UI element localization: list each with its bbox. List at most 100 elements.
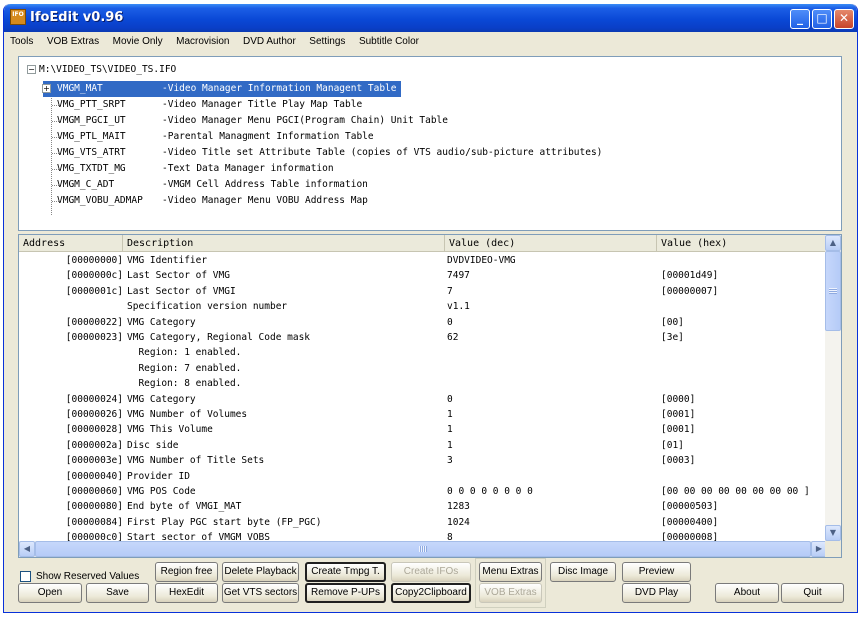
cell-description: VMG Category, Regional Code mask	[127, 332, 311, 343]
cell-address: [00000040]	[65, 470, 123, 482]
table-row[interactable]: [00000000] VMG Identifier DVDVIDEO-VMG	[19, 253, 827, 268]
create-tmpg-button[interactable]: Create Tmpg T.	[305, 562, 386, 582]
table-row[interactable]: [0000003e] VMG Number of Title Sets 3 [0003…	[19, 453, 827, 468]
tree-root-path: M:\VIDEO_TS\VIDEO_TS.IFO	[39, 64, 177, 75]
table-row[interactable]: [00000080] End byte of VMGI_MAT 1283 [00000…	[19, 499, 827, 514]
menu-settings[interactable]: Settings	[305, 32, 349, 52]
table-header: Address Description Value (dec) Value (h…	[19, 235, 827, 252]
cell-description: VMG POS Code	[127, 486, 196, 497]
hexedit-button[interactable]: HexEdit	[155, 583, 218, 603]
vertical-scroll-thumb[interactable]	[825, 251, 841, 331]
table-row[interactable]: [00000028] VMG This Volume 1 [0001]	[19, 422, 827, 437]
horizontal-scrollbar[interactable]: ◀ ▶	[19, 541, 827, 557]
column-header-description[interactable]: Description	[123, 235, 445, 252]
table-row[interactable]: Specification version number v1.1	[19, 299, 827, 314]
quit-button[interactable]: Quit	[781, 583, 844, 603]
menu-dvd-author[interactable]: DVD Author	[239, 32, 300, 52]
collapse-icon[interactable]: −	[27, 65, 36, 74]
create-ifos-button[interactable]: Create IFOs	[391, 562, 471, 582]
tree-node-name: VMGM_VOBU_ADMAP	[57, 195, 143, 206]
remove-pups-button[interactable]: Remove P-UPs	[305, 583, 386, 603]
scroll-left-icon[interactable]: ◀	[19, 541, 35, 557]
cell-value-dec: 0	[447, 393, 453, 405]
cell-value-dec: v1.1	[447, 301, 470, 313]
tree-node-desc: -Video Title set Attribute Table (copies…	[162, 147, 603, 158]
tree-node-desc: -Video Manager Title Play Map Table	[162, 99, 363, 110]
menu-extras-button[interactable]: Menu Extras	[479, 562, 542, 582]
region-free-button[interactable]: Region free	[155, 562, 218, 582]
tree-node-vmg-ptl-mait[interactable]: VMG_PTL_MAIT -Parental Managment Informat…	[43, 129, 374, 145]
tree-node-vmg-ptt-srpt[interactable]: VMG_PTT_SRPT -Video Manager Title Play Ma…	[43, 97, 362, 113]
cell-address: [00000084]	[65, 516, 123, 528]
tree-node-name: VMGM_C_ADT	[57, 179, 115, 190]
expand-icon[interactable]: +	[42, 84, 51, 93]
scroll-down-icon[interactable]: ▼	[825, 525, 841, 541]
maximize-button[interactable]: □	[812, 9, 832, 29]
table-row[interactable]: [0000002a] Disc side 1 [01]	[19, 438, 827, 453]
vertical-scrollbar[interactable]: ▲ ▼	[825, 235, 841, 541]
cell-value-hex: [00 00 00 00 00 00 00 00 ]	[661, 486, 810, 497]
ifo-data-table[interactable]: Address Description Value (dec) Value (h…	[18, 234, 842, 558]
cell-value-dec: 7497	[447, 270, 470, 282]
menu-tools[interactable]: Tools	[6, 32, 37, 52]
disc-image-button[interactable]: Disc Image	[550, 562, 616, 582]
scroll-up-icon[interactable]: ▲	[825, 235, 841, 251]
grip-icon	[829, 288, 837, 294]
close-button[interactable]: ✕	[834, 9, 854, 29]
show-reserved-values-checkbox[interactable]: Show Reserved Values	[20, 570, 139, 584]
title-bar[interactable]: IFO IfoEdit v0.96 _ □ ✕	[4, 4, 857, 32]
horizontal-scroll-thumb[interactable]	[35, 541, 811, 557]
cell-address: [00000023]	[65, 332, 123, 343]
cell-description: First Play PGC start byte (FP_PGC)	[127, 516, 322, 528]
tree-node-vmg-vts-atrt[interactable]: VMG_VTS_ATRT -Video Title set Attribute T…	[43, 145, 602, 161]
table-row[interactable]: [0000000c] Last Sector of VMG 7497 [00001d4…	[19, 268, 827, 283]
save-button[interactable]: Save	[86, 583, 149, 603]
column-header-value-hex[interactable]: Value (hex)	[657, 235, 827, 252]
tree-node-vmg-txtdt-mg[interactable]: VMG_TXTDT_MG -Text Data Manager informati…	[43, 161, 334, 177]
menu-subtitle-color[interactable]: Subtitle Color	[355, 32, 423, 52]
table-row[interactable]: Region: 7 enabled.	[19, 361, 827, 376]
checkbox-box[interactable]	[20, 570, 31, 582]
cell-address: [000000c0]	[65, 532, 123, 541]
cell-value-dec: 1	[447, 409, 453, 420]
copy2clipboard-button[interactable]: Copy2Clipboard	[391, 583, 471, 603]
delete-playback-button[interactable]: Delete Playback	[222, 562, 299, 582]
table-row[interactable]: [00000060] VMG POS Code 0 0 0 0 0 0 0 0 [00…	[19, 484, 827, 499]
cell-value-dec: 1	[447, 424, 453, 436]
cell-value-dec: DVDVIDEO-VMG	[447, 255, 516, 266]
cell-value-hex: [0000]	[661, 393, 696, 405]
about-button[interactable]: About	[715, 583, 779, 603]
minimize-button[interactable]: _	[790, 9, 810, 29]
tree-node-vmgm-pgci-ut[interactable]: VMGM_PGCI_UT -Video Manager Menu PGCI(Pro…	[43, 113, 448, 129]
table-row[interactable]: [00000040] Provider ID	[19, 469, 827, 484]
ifo-tree-view[interactable]: − M:\VIDEO_TS\VIDEO_TS.IFO + VMGM_MAT -Vid…	[18, 56, 842, 231]
get-vts-sectors-button[interactable]: Get VTS sectors	[222, 583, 299, 603]
table-row[interactable]: [00000024] VMG Category 0 [0000]	[19, 392, 827, 407]
table-row[interactable]: [00000022] VMG Category 0 [00]	[19, 315, 827, 330]
menu-vob-extras[interactable]: VOB Extras	[43, 32, 103, 52]
column-header-value-dec[interactable]: Value (dec)	[445, 235, 657, 252]
vob-extras-button[interactable]: VOB Extras	[479, 583, 542, 603]
preview-button[interactable]: Preview	[622, 562, 691, 582]
table-row[interactable]: [0000001c] Last Sector of VMGI 7 [00000007]	[19, 284, 827, 299]
column-header-address[interactable]: Address	[19, 235, 123, 252]
tree-node-vmgm-vobu-admap[interactable]: VMGM_VOBU_ADMAP -Video Manager Menu VOBU …	[43, 193, 368, 209]
open-button[interactable]: Open	[18, 583, 82, 603]
cell-address: [00000080]	[65, 501, 123, 513]
table-row[interactable]: [00000084] First Play PGC start byte (FP_…	[19, 515, 827, 530]
tree-node-vmgm-c-adt[interactable]: VMGM_C_ADT -VMGM Cell Address Table infor…	[43, 177, 368, 193]
dvd-play-button[interactable]: DVD Play	[622, 583, 691, 603]
table-row[interactable]: Region: 8 enabled.	[19, 376, 827, 391]
menu-movie-only[interactable]: Movie Only	[109, 32, 167, 52]
table-row[interactable]: [00000026] VMG Number of Volumes 1 [0001]	[19, 407, 827, 422]
menu-macrovision[interactable]: Macrovision	[172, 32, 233, 52]
table-row[interactable]: [000000c0] Start sector of VMGM VOBS 8 [000…	[19, 530, 827, 541]
tree-root[interactable]: − M:\VIDEO_TS\VIDEO_TS.IFO	[27, 64, 176, 75]
checkbox-label: Show Reserved Values	[36, 571, 140, 582]
table-row[interactable]: [00000023] VMG Category, Regional Code ma…	[19, 330, 827, 345]
cell-address: [0000000c]	[65, 270, 123, 282]
tree-node-vmgm-mat[interactable]: + VMGM_MAT -Video Manager Information Man…	[42, 81, 401, 97]
table-row[interactable]: Region: 1 enabled.	[19, 345, 827, 360]
cell-value-hex: [00001d49]	[661, 270, 719, 282]
app-window: IFO IfoEdit v0.96 _ □ ✕ Tools VOB Extras…	[3, 4, 858, 613]
